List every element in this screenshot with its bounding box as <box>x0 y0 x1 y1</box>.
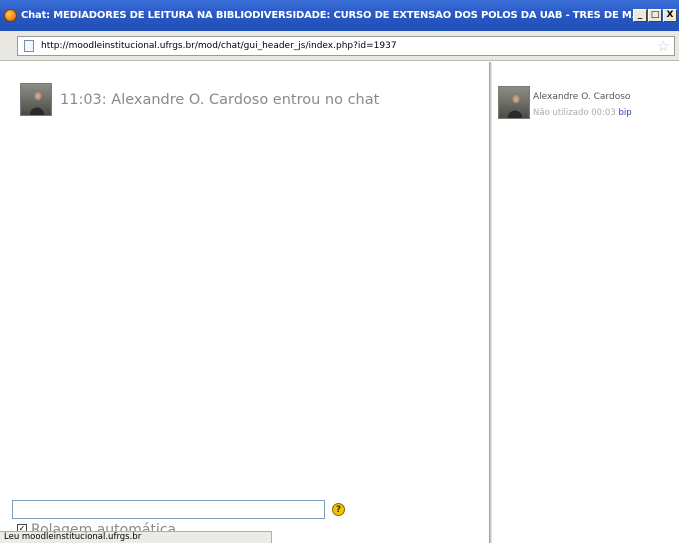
address-bar: http://moodleinstitucional.ufrgs.br/mod/… <box>0 31 679 61</box>
user-name: Alexandre O. Cardoso <box>533 92 631 102</box>
maximize-button[interactable]: □ <box>648 9 662 22</box>
window-titlebar[interactable]: Chat: MEDIADORES DE LEITURA NA BIBLIODIV… <box>0 0 679 31</box>
bip-link[interactable]: bip <box>618 108 631 118</box>
help-icon[interactable]: ? <box>332 503 345 516</box>
avatar <box>20 83 52 116</box>
firefox-icon <box>4 9 17 22</box>
window-controls: _ □ X <box>633 9 677 22</box>
window-title: Chat: MEDIADORES DE LEITURA NA BIBLIODIV… <box>21 10 635 21</box>
user-idle-status: Não utilizado 00:03 bip <box>533 108 632 118</box>
status-bar: Leu moodleinstitucional.ufrgs.br <box>0 531 272 543</box>
user-status-text: Não utilizado 00:03 <box>533 108 616 118</box>
bookmark-star-icon[interactable]: ☆ <box>657 38 670 54</box>
message-input[interactable] <box>12 500 325 519</box>
chat-messages-pane <box>0 62 489 543</box>
close-button[interactable]: X <box>663 9 677 22</box>
message-text: 11:03: Alexandre O. Cardoso entrou no ch… <box>60 92 380 108</box>
user-avatar[interactable] <box>498 86 530 119</box>
page-icon <box>24 40 34 52</box>
minimize-button[interactable]: _ <box>633 9 647 22</box>
url-text: http://moodleinstitucional.ufrgs.br/mod/… <box>41 41 397 51</box>
chat-users-pane <box>492 62 679 543</box>
url-field[interactable]: http://moodleinstitucional.ufrgs.br/mod/… <box>17 36 675 56</box>
